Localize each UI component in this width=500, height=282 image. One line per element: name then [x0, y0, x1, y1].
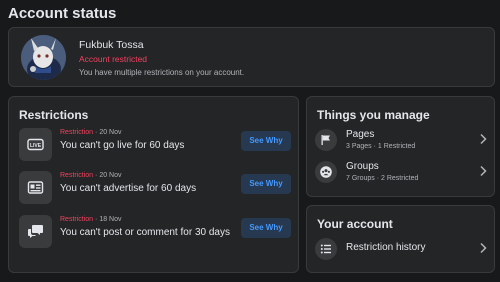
restriction-item: Restriction · 20 Nov You can't advertise…: [19, 171, 291, 205]
account-state: Account restricted: [79, 54, 148, 64]
flag-icon: [315, 129, 337, 151]
chevron-right-icon: [480, 242, 487, 254]
restriction-date: 20 Nov: [99, 129, 122, 136]
account-title: Your account: [317, 217, 393, 231]
chevron-right-icon: [480, 165, 487, 177]
manage-item-sub: 3 Pages · 1 Restricted: [346, 143, 416, 150]
restrictions-title: Restrictions: [19, 108, 89, 122]
restriction-tag: Restriction: [60, 172, 94, 179]
list-icon: [315, 238, 337, 260]
page-title: Account status: [8, 5, 117, 22]
account-item-label: Restriction history: [346, 242, 426, 253]
things-you-manage-card: Things you manage Pages 3 Pages · 1 Rest…: [306, 96, 495, 197]
svg-text:LIVE: LIVE: [30, 143, 42, 149]
restriction-tag: Restriction: [60, 216, 94, 223]
restriction-item: LIVE Restriction · 20 Nov You can't go l…: [19, 128, 291, 162]
ad-icon: [19, 171, 52, 204]
restriction-text: You can't post or comment for 30 days: [60, 227, 230, 238]
restriction-text: You can't advertise for 60 days: [60, 183, 197, 194]
restriction-date: 20 Nov: [99, 172, 122, 179]
see-why-button[interactable]: See Why: [241, 218, 291, 238]
see-why-button[interactable]: See Why: [241, 131, 291, 151]
restriction-date: 18 Nov: [99, 216, 122, 223]
restrictions-card: Restrictions LIVE Restriction · 20 Nov Y…: [8, 96, 299, 273]
avatar[interactable]: [21, 35, 66, 80]
account-status-card: Fukbuk Tossa Account restricted You have…: [8, 27, 495, 87]
groups-icon: [315, 161, 337, 183]
see-why-button[interactable]: See Why: [241, 174, 291, 194]
manage-item-pages[interactable]: Pages 3 Pages · 1 Restricted: [315, 128, 487, 156]
manage-title: Things you manage: [317, 108, 430, 122]
comment-icon: [19, 215, 52, 248]
restriction-tag: Restriction: [60, 129, 94, 136]
manage-item-groups[interactable]: Groups 7 Groups · 2 Restricted: [315, 160, 487, 188]
manage-item-sub: 7 Groups · 2 Restricted: [346, 175, 419, 182]
chevron-right-icon: [480, 133, 487, 145]
restriction-item: Restriction · 18 Nov You can't post or c…: [19, 215, 291, 249]
your-account-card: Your account Restriction history: [306, 205, 495, 273]
account-message: You have multiple restrictions on your a…: [79, 68, 245, 77]
account-name: Fukbuk Tossa: [79, 39, 144, 51]
manage-item-label: Groups: [346, 161, 379, 172]
live-icon: LIVE: [19, 128, 52, 161]
restriction-history-item[interactable]: Restriction history: [315, 237, 487, 263]
manage-item-label: Pages: [346, 129, 375, 140]
restriction-text: You can't go live for 60 days: [60, 140, 185, 151]
